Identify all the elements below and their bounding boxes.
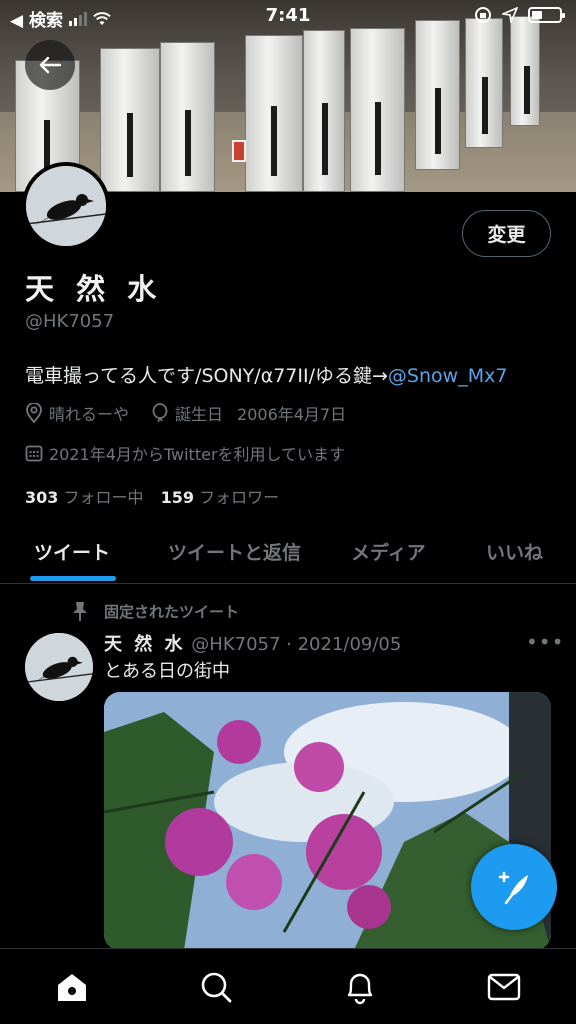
profile-avatar[interactable]: [22, 162, 110, 250]
pinned-tweet-label: 固定されたツイート: [104, 603, 240, 621]
crow-avatar-image: [25, 633, 93, 701]
tab-tweets[interactable]: ツイート: [34, 538, 110, 565]
followers-link[interactable]: 159 フォロワー: [161, 488, 280, 507]
banner-signal: [232, 140, 246, 162]
mail-icon: [487, 973, 521, 1001]
banner-gate: [160, 42, 215, 192]
bio-mention-link[interactable]: @Snow_Mx7: [388, 365, 508, 387]
profile-location: 晴れるーや: [49, 405, 130, 424]
status-right: [474, 6, 565, 24]
crow-avatar-image: [26, 166, 106, 246]
bottom-navigation: [0, 948, 576, 1024]
tab-tweets-and-replies[interactable]: ツイートと返信: [168, 538, 301, 565]
battery-icon: [528, 7, 565, 23]
profile-bio: 電車撮ってる人です/SONY/α77II/ゆる鍵→@Snow_Mx7: [25, 361, 507, 388]
tab-likes[interactable]: いいね: [486, 538, 543, 565]
banner-gate: [415, 20, 460, 170]
location-arrow-icon: [502, 7, 518, 23]
followers-count: 159: [160, 488, 195, 507]
follow-stats: 303 フォロー中 159 フォロワー: [25, 484, 279, 508]
profile-tabs: ツイート ツイートと返信 メディア いいね: [0, 522, 576, 584]
orientation-lock-icon: [475, 7, 491, 23]
profile-meta-row: 晴れるーや 誕生日 2006年4月7日: [25, 401, 346, 425]
nav-home[interactable]: [52, 967, 92, 1007]
profile-joined-row: 2021年4月からTwitterを利用しています: [25, 441, 345, 465]
banner-gate: [303, 30, 345, 192]
nav-messages[interactable]: [484, 967, 524, 1007]
arrow-left-icon: [39, 56, 61, 74]
tweet-text: とある日の街中: [104, 661, 230, 682]
balloon-icon: [152, 403, 168, 423]
tweet-author-name[interactable]: 天 然 水: [104, 634, 186, 655]
birthday-label: 誕生日: [175, 405, 224, 424]
profile-handle: @HK7057: [25, 311, 115, 332]
banner-gate: [245, 35, 303, 192]
following-label: フォロー中: [63, 488, 144, 507]
back-button[interactable]: [25, 40, 75, 90]
compose-feather-icon: [498, 871, 528, 905]
profile-joined: 2021年4月からTwitterを利用しています: [49, 445, 346, 464]
profile-name: 天 然 水: [25, 272, 163, 306]
status-bar: ◀ 検索 7:41: [0, 0, 576, 34]
search-icon: [201, 972, 232, 1003]
tweet-author-avatar[interactable]: [25, 633, 93, 701]
tweet-header: 天 然 水 @HK7057 · 2021/09/05: [104, 630, 401, 656]
calendar-icon: [25, 445, 43, 462]
banner-gate: [350, 28, 405, 192]
pin-icon: [73, 602, 87, 621]
compose-tweet-button[interactable]: [471, 844, 557, 930]
tweet-author-meta: @HK7057 · 2021/09/05: [191, 634, 402, 655]
tweet-more-button[interactable]: •••: [526, 630, 564, 654]
nav-notifications[interactable]: [340, 967, 380, 1007]
profile-birthday: 2006年4月7日: [237, 405, 347, 424]
nav-search[interactable]: [196, 967, 236, 1007]
bell-icon: [347, 973, 373, 1005]
tab-media[interactable]: メディア: [351, 538, 426, 565]
banner-gate: [465, 18, 503, 148]
banner-gate: [100, 48, 160, 192]
active-tab-indicator: [30, 576, 116, 581]
following-link[interactable]: 303 フォロー中: [25, 488, 144, 507]
following-count: 303: [25, 488, 59, 507]
home-icon: [58, 974, 86, 1001]
location-pin-icon: [26, 403, 42, 423]
followers-label: フォロワー: [199, 488, 280, 507]
edit-profile-button[interactable]: 変更: [462, 210, 551, 257]
bio-text: 電車撮ってる人です/SONY/α77II/ゆる鍵→: [25, 365, 388, 387]
